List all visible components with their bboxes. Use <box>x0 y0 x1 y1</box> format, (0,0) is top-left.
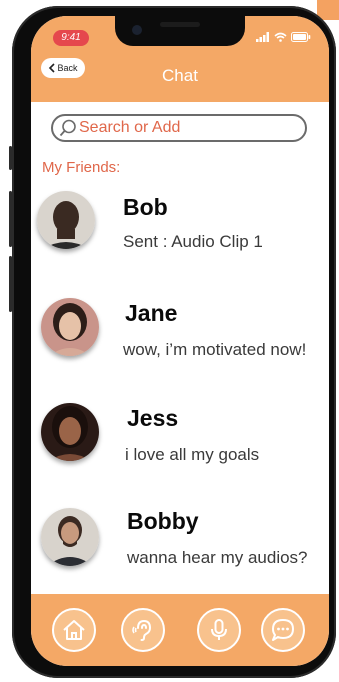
ear-icon <box>132 619 152 641</box>
microphone-icon <box>211 619 227 640</box>
friend-item-jess[interactable]: Jess i love all my goals <box>31 399 329 479</box>
volume-down-button <box>9 256 12 312</box>
status-time: 9:41 <box>53 30 89 46</box>
status-icons <box>256 31 311 43</box>
nav-home-button[interactable] <box>52 608 96 652</box>
chat-bubble-icon <box>272 619 294 641</box>
friend-item-jane[interactable]: Jane wow, i’m motivated now! <box>31 294 329 374</box>
friends-section-label: My Friends: <box>42 159 121 176</box>
friend-name: Bobby <box>127 508 199 534</box>
friend-name: Bob <box>123 194 168 220</box>
nav-listen-button[interactable] <box>121 608 165 652</box>
battery-icon <box>291 32 311 42</box>
signal-icon <box>256 32 269 42</box>
notch <box>115 16 245 46</box>
search-icon <box>59 119 76 137</box>
speaker <box>160 22 200 27</box>
nav-record-button[interactable] <box>197 608 241 652</box>
avatar <box>41 508 99 566</box>
friend-last-message: i love all my goals <box>125 445 260 464</box>
volume-up-button <box>9 191 12 247</box>
friend-last-message: Sent : Audio Clip 1 <box>123 232 263 251</box>
nav-chat-button[interactable] <box>261 608 305 652</box>
search-input[interactable] <box>79 119 279 137</box>
wifi-icon <box>274 32 287 42</box>
side-button <box>9 146 12 170</box>
avatar <box>37 191 95 249</box>
page-title: Chat <box>162 66 198 85</box>
friend-last-message: wow, i’m motivated now! <box>123 340 307 359</box>
bottom-navigation <box>31 594 329 666</box>
avatar <box>41 298 99 356</box>
friend-item-bobby[interactable]: Bobby wanna hear my audios? <box>31 502 329 582</box>
app-screen: 9:41 Back Chat Search or Add My Friends:… <box>31 16 329 666</box>
camera <box>132 25 142 35</box>
friend-last-message: wanna hear my audios? <box>127 548 308 567</box>
avatar <box>41 403 99 461</box>
search-bar[interactable] <box>51 114 307 142</box>
friend-name: Jess <box>127 405 179 431</box>
friend-name: Jane <box>125 300 178 326</box>
home-icon <box>63 620 85 640</box>
friend-item-bob[interactable]: Bob Sent : Audio Clip 1 <box>31 186 329 266</box>
